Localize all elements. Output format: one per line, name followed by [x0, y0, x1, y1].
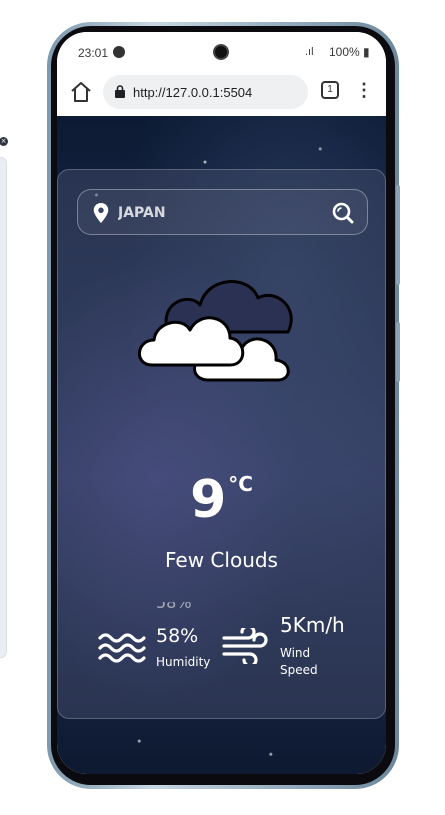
- temperature-value: 9: [190, 470, 227, 530]
- temperature-unit: °C: [228, 472, 253, 496]
- status-time: 23:01: [78, 46, 109, 60]
- close-panel-icon[interactable]: ×: [0, 137, 8, 146]
- url-field[interactable]: http://127.0.0.1:5504: [103, 75, 308, 109]
- location-pin-icon: [93, 203, 109, 223]
- search-box: [77, 189, 368, 235]
- phone-side-button: [396, 322, 400, 382]
- humidity-value-overflow: 58%: [156, 602, 192, 612]
- humidity-value: 58%: [156, 625, 199, 647]
- lock-icon: [115, 85, 125, 98]
- location-input[interactable]: [118, 202, 318, 224]
- home-icon[interactable]: [69, 80, 93, 104]
- signal-icon: .ıl: [305, 46, 314, 58]
- wind-speed-label: Wind Speed: [280, 646, 318, 677]
- search-icon[interactable]: [332, 202, 354, 224]
- wind-icon: [222, 628, 268, 664]
- wind-speed-value: 5Km/h: [280, 613, 345, 637]
- url-text: http://127.0.0.1:5504: [133, 85, 253, 100]
- humidity-label: Humidity: [156, 655, 211, 669]
- tab-switcher-button[interactable]: 1: [321, 81, 339, 99]
- battery-status: 100% ▮: [329, 45, 370, 59]
- few-clouds-icon: [138, 280, 293, 382]
- waves-icon: [98, 633, 146, 663]
- weather-description: Few Clouds: [165, 548, 278, 572]
- front-camera: [213, 44, 229, 60]
- temperature: 9 °C: [58, 470, 385, 530]
- notification-icon: [113, 46, 125, 58]
- browser-menu-icon[interactable]: ⋮: [355, 80, 373, 102]
- phone-side-button: [396, 185, 400, 285]
- weather-page: 9°C Few Clouds 58% 58% Humidity 5Km/h Wi…: [57, 116, 386, 774]
- status-bar: 23:01 .ıl 100% ▮: [57, 32, 386, 70]
- browser-toolbar: http://127.0.0.1:5504 1 ⋮: [57, 70, 386, 116]
- side-panel: [0, 157, 7, 658]
- weather-card: 9°C Few Clouds 58% 58% Humidity 5Km/h Wi…: [57, 169, 386, 719]
- phone-screen: 23:01 .ıl 100% ▮ http://127.0.0.1:5504 1…: [57, 32, 386, 774]
